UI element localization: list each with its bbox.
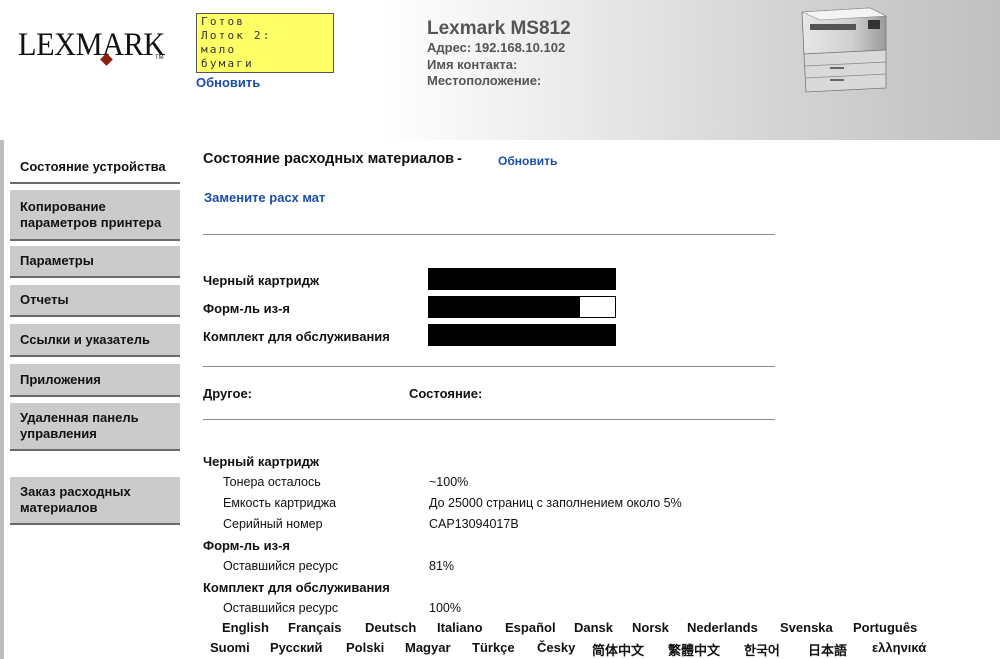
language-link[interactable]: Nederlands bbox=[687, 620, 758, 635]
sidebar-item-apps[interactable]: Приложения bbox=[10, 363, 180, 397]
supply-level-bar bbox=[428, 324, 616, 346]
sidebar-item-label: Ссылки и указатель bbox=[20, 331, 151, 347]
page-title: Состояние расходных материалов - bbox=[203, 151, 465, 167]
detail-label: Емкость картриджа bbox=[223, 496, 337, 510]
sidebar-item-label: Параметры bbox=[20, 253, 94, 268]
replace-supplies-link[interactable]: Замените расх мат bbox=[204, 190, 325, 205]
sidebar-item-order-supplies[interactable]: Заказ расходных материалов bbox=[10, 476, 180, 525]
panel-line-1: Готов bbox=[201, 15, 246, 28]
printer-location: Местоположение: bbox=[427, 73, 542, 88]
language-link[interactable]: Türkçe bbox=[472, 640, 515, 655]
supply-label-black-cartridge: Черный картридж bbox=[203, 273, 320, 288]
supply-level-fill bbox=[429, 325, 615, 345]
refresh-supplies-link[interactable]: Обновить bbox=[498, 154, 557, 168]
sidebar-item-label: Состояние устройства bbox=[20, 159, 166, 174]
detail-section-imaging-unit: Форм-ль из-я bbox=[203, 538, 290, 553]
language-link[interactable]: Deutsch bbox=[365, 620, 416, 635]
language-link[interactable]: Polski bbox=[346, 640, 384, 655]
language-link[interactable]: Suomi bbox=[210, 640, 250, 655]
divider bbox=[203, 419, 775, 420]
printer-address: Адрес: 192.168.10.102 bbox=[427, 40, 566, 55]
lexmark-logo: LEXMARK bbox=[18, 27, 165, 63]
language-link[interactable]: 日本語 bbox=[808, 640, 847, 659]
supply-level-bar bbox=[428, 296, 616, 318]
language-link[interactable]: English bbox=[222, 620, 269, 635]
sidebar-item-label: Копирование параметров принтера bbox=[20, 198, 162, 230]
supply-level-fill bbox=[429, 297, 580, 317]
language-link[interactable]: Dansk bbox=[574, 620, 613, 635]
language-link[interactable]: Русский bbox=[270, 640, 323, 655]
language-link[interactable]: Français bbox=[288, 620, 341, 635]
supply-level-bar bbox=[428, 268, 616, 290]
panel-line-3: мало bbox=[201, 43, 237, 56]
operator-panel-display: Готов Лоток 2: мало бумаги bbox=[196, 13, 334, 73]
language-link[interactable]: Svenska bbox=[780, 620, 833, 635]
language-link[interactable]: 繁體中文 bbox=[668, 640, 720, 659]
printer-model: Lexmark MS812 bbox=[427, 18, 571, 39]
printer-image bbox=[801, 7, 888, 93]
detail-value: 81% bbox=[429, 559, 455, 573]
title-dash: - bbox=[457, 151, 462, 167]
detail-label: Оставшийся ресурс bbox=[223, 601, 339, 615]
language-link[interactable]: Česky bbox=[537, 640, 575, 655]
logo-area: LEXMARK TM bbox=[0, 0, 187, 140]
language-link[interactable]: Español bbox=[505, 620, 556, 635]
divider bbox=[203, 366, 775, 367]
language-link[interactable]: 简体中文 bbox=[592, 640, 644, 659]
detail-section-black-cartridge: Черный картридж bbox=[203, 454, 320, 469]
sidebar-item-reports[interactable]: Отчеты bbox=[10, 284, 180, 317]
detail-label: Серийный номер bbox=[223, 517, 323, 531]
refresh-panel-link[interactable]: Обновить bbox=[196, 75, 260, 90]
logo-trademark: TM bbox=[155, 55, 164, 61]
sidebar-item-links-index[interactable]: Ссылки и указатель bbox=[10, 323, 180, 357]
panel-line-2: Лоток 2: bbox=[201, 29, 272, 42]
detail-value: 100% bbox=[429, 601, 461, 615]
detail-section-maintenance-kit: Комплект для обслуживания bbox=[203, 580, 390, 595]
detail-value: ~100% bbox=[429, 475, 469, 489]
sidebar-item-label: Отчеты bbox=[20, 292, 69, 307]
page-title-text: Состояние расходных материалов bbox=[203, 151, 454, 167]
detail-value: CAP13094017B bbox=[429, 517, 519, 531]
sidebar-rail bbox=[0, 140, 4, 659]
detail-label: Оставшийся ресурс bbox=[223, 559, 339, 573]
supply-label-maintenance-kit: Комплект для обслуживания bbox=[203, 329, 390, 344]
language-link[interactable]: Magyar bbox=[405, 640, 451, 655]
detail-label: Тонера осталось bbox=[223, 475, 321, 489]
sidebar-item-label: Удаленная панель управления bbox=[20, 410, 139, 441]
language-link[interactable]: Italiano bbox=[437, 620, 483, 635]
sidebar-item-label: Приложения bbox=[20, 371, 101, 387]
sidebar-item-copy-settings[interactable]: Копирование параметров принтера bbox=[10, 189, 180, 241]
sidebar-item-device-status[interactable]: Состояние устройства bbox=[10, 151, 180, 184]
detail-value: До 25000 страниц с заполнением около 5% bbox=[429, 496, 682, 510]
language-link[interactable]: Português bbox=[853, 620, 917, 635]
printer-contact: Имя контакта: bbox=[427, 57, 518, 72]
language-link[interactable]: ελληνικά bbox=[872, 640, 926, 655]
sidebar-item-settings[interactable]: Параметры bbox=[10, 245, 180, 278]
panel-line-4: бумаги bbox=[201, 57, 254, 70]
sidebar-item-label: Заказ расходных материалов bbox=[20, 484, 131, 515]
language-link[interactable]: Norsk bbox=[632, 620, 669, 635]
status-column-header: Состояние: bbox=[409, 386, 483, 401]
supply-label-imaging-unit: Форм-ль из-я bbox=[203, 301, 290, 316]
other-column-header: Другое: bbox=[203, 386, 253, 401]
language-link[interactable]: 한국어 bbox=[744, 640, 780, 659]
sidebar-item-remote-panel[interactable]: Удаленная панель управления bbox=[10, 402, 180, 451]
supply-level-fill bbox=[429, 269, 615, 289]
divider bbox=[203, 234, 775, 235]
